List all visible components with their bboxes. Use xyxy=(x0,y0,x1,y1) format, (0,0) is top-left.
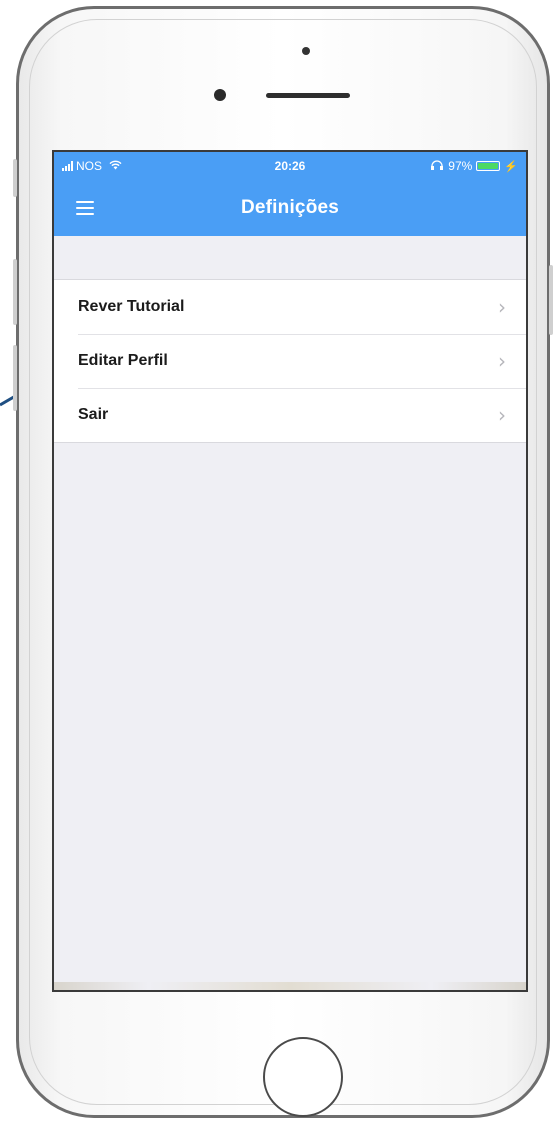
mute-switch xyxy=(13,159,17,197)
power-button xyxy=(549,265,553,335)
carrier-name: NOS xyxy=(76,159,103,173)
battery-percent: 97% xyxy=(448,159,473,173)
settings-list: Rever Tutorial › Editar Perfil › Sair › xyxy=(54,279,526,443)
proximity-sensor xyxy=(302,47,310,55)
stage: NOS 20:26 97% ⚡ Definições Rever Tutoria… xyxy=(0,0,558,1125)
hamburger-menu-icon[interactable] xyxy=(76,198,96,216)
headphones-icon xyxy=(430,159,444,173)
page-title: Definições xyxy=(240,197,340,218)
chevron-right-icon: › xyxy=(498,295,506,319)
volume-up-button xyxy=(13,259,17,325)
chevron-right-icon: › xyxy=(498,403,506,427)
phone-screen: NOS 20:26 97% ⚡ Definições Rever Tutoria… xyxy=(52,150,528,992)
earpiece-speaker xyxy=(266,93,350,98)
volume-down-button xyxy=(13,345,17,411)
settings-item-label: Rever Tutorial xyxy=(78,298,185,315)
signal-icon xyxy=(62,161,73,171)
chevron-right-icon: › xyxy=(498,349,506,373)
status-left: NOS xyxy=(62,159,222,173)
screen-bottom-strip xyxy=(54,982,526,990)
status-time: 20:26 xyxy=(274,159,306,173)
settings-item-sair[interactable]: Sair › xyxy=(54,388,526,442)
battery-icon xyxy=(476,161,501,171)
settings-item-label: Sair xyxy=(78,406,109,423)
settings-item-label: Editar Perfil xyxy=(78,352,168,369)
wifi-icon xyxy=(109,159,122,173)
status-bar: NOS 20:26 97% ⚡ xyxy=(54,152,526,180)
front-camera xyxy=(214,89,226,101)
navigation-bar: Definições xyxy=(54,180,526,236)
charging-icon: ⚡ xyxy=(504,160,518,173)
settings-item-rever-tutorial[interactable]: Rever Tutorial › xyxy=(54,280,526,334)
home-button[interactable] xyxy=(263,1037,343,1117)
settings-item-editar-perfil[interactable]: Editar Perfil › xyxy=(54,334,526,388)
status-right: 97% ⚡ xyxy=(358,159,518,173)
